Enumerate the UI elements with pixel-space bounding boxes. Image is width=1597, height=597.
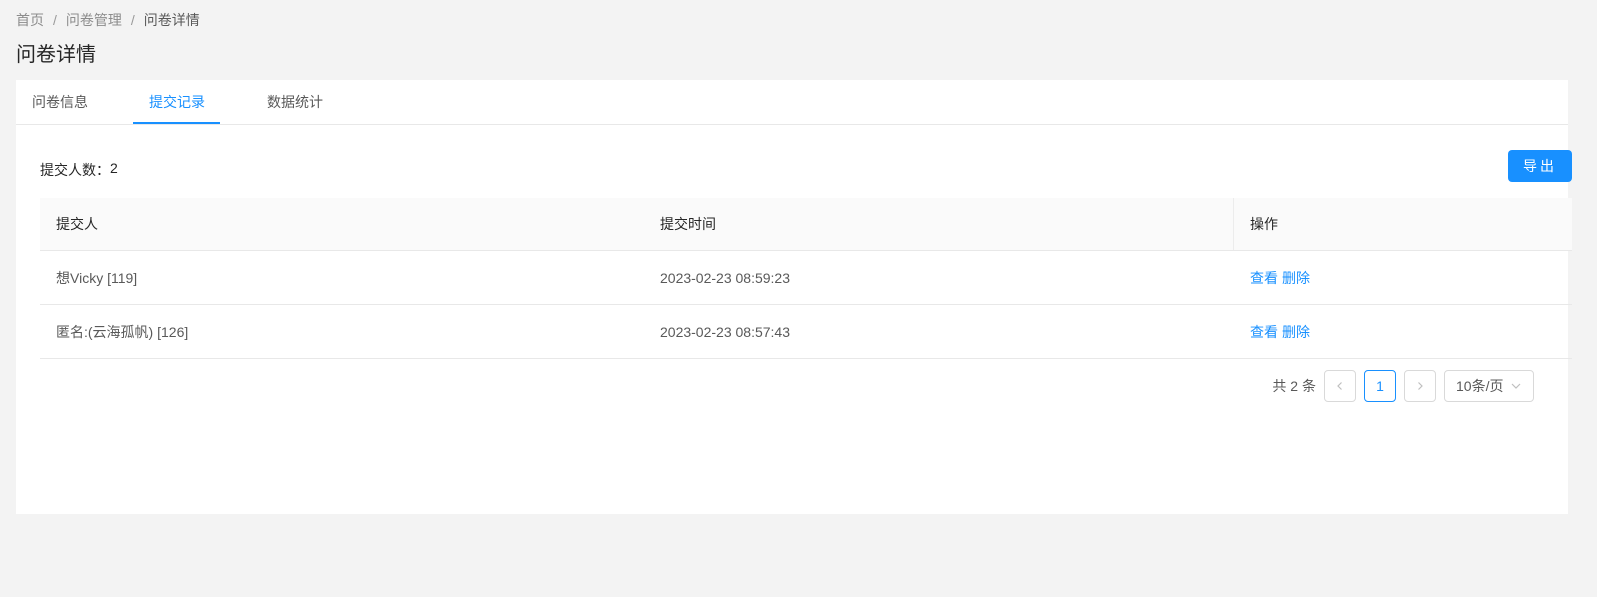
active-tab-indicator (133, 122, 220, 124)
submission-count-label: 提交人数： (40, 162, 110, 178)
pagination-total: 共 2 条 (1272, 378, 1316, 394)
submitter-cell: 想Vicky [119] (56, 269, 138, 286)
page-item-current[interactable]: 1 (1364, 370, 1396, 402)
content-card: 问卷信息 提交记录 数据统计 提交人数： 2 导出 提交人 提交时间 操作 想V… (16, 80, 1572, 514)
actions-cell: 查看 删除 (1234, 251, 1572, 304)
column-header-time: 提交时间 (644, 198, 1234, 250)
breadcrumb: 首页 / 问卷管理 / 问卷详情 (16, 10, 200, 30)
table-header: 提交人 提交时间 操作 (40, 198, 1572, 251)
submission-table: 提交人 提交时间 操作 想Vicky [119] 2023-02-23 08:5… (40, 198, 1572, 359)
tab-survey-info[interactable]: 问卷信息 (32, 80, 88, 125)
page-size-value: 10条/页 (1456, 378, 1504, 394)
view-link[interactable]: 查看 (1250, 268, 1278, 288)
tab-data-statistics[interactable]: 数据统计 (267, 80, 323, 125)
page-title: 问卷详情 (16, 44, 96, 66)
column-header-actions: 操作 (1250, 216, 1278, 232)
breadcrumb-current: 问卷详情 (143, 12, 200, 28)
breadcrumb-separator: / (130, 12, 135, 28)
breadcrumb-survey-management[interactable]: 问卷管理 (66, 10, 122, 30)
tab-submission-records[interactable]: 提交记录 (149, 80, 205, 125)
table-row: 想Vicky [119] 2023-02-23 08:59:23 查看 删除 (40, 251, 1572, 305)
submitter-cell: 匿名:(云海孤帆) [126] (56, 323, 189, 340)
chevron-left-icon (1337, 382, 1342, 390)
delete-link[interactable]: 删除 (1282, 268, 1310, 288)
chevron-right-icon (1418, 382, 1423, 390)
table-row: 匿名:(云海孤帆) [126] 2023-02-23 08:57:43 查看 删… (40, 305, 1572, 359)
page-size-select[interactable]: 10条/页 (1444, 370, 1534, 402)
column-header-submitter: 提交人 (56, 216, 98, 232)
actions-cell: 查看 删除 (1234, 305, 1572, 358)
prev-page-button[interactable] (1324, 370, 1356, 402)
export-button[interactable]: 导出 (1508, 150, 1572, 182)
time-cell: 2023-02-23 08:57:43 (660, 323, 790, 340)
submission-count-value: 2 (110, 160, 118, 176)
view-link[interactable]: 查看 (1250, 322, 1278, 342)
breadcrumb-separator: / (53, 12, 57, 28)
submission-count: 提交人数： 2 (40, 160, 118, 180)
time-cell: 2023-02-23 08:59:23 (660, 269, 790, 286)
next-page-button[interactable] (1404, 370, 1436, 402)
delete-link[interactable]: 删除 (1282, 322, 1310, 342)
breadcrumb-home[interactable]: 首页 (16, 10, 44, 30)
tab-bar: 问卷信息 提交记录 数据统计 (16, 80, 1568, 125)
pagination: 共 2 条 1 10条/页 (1272, 370, 1534, 402)
chevron-down-icon (1511, 383, 1521, 389)
